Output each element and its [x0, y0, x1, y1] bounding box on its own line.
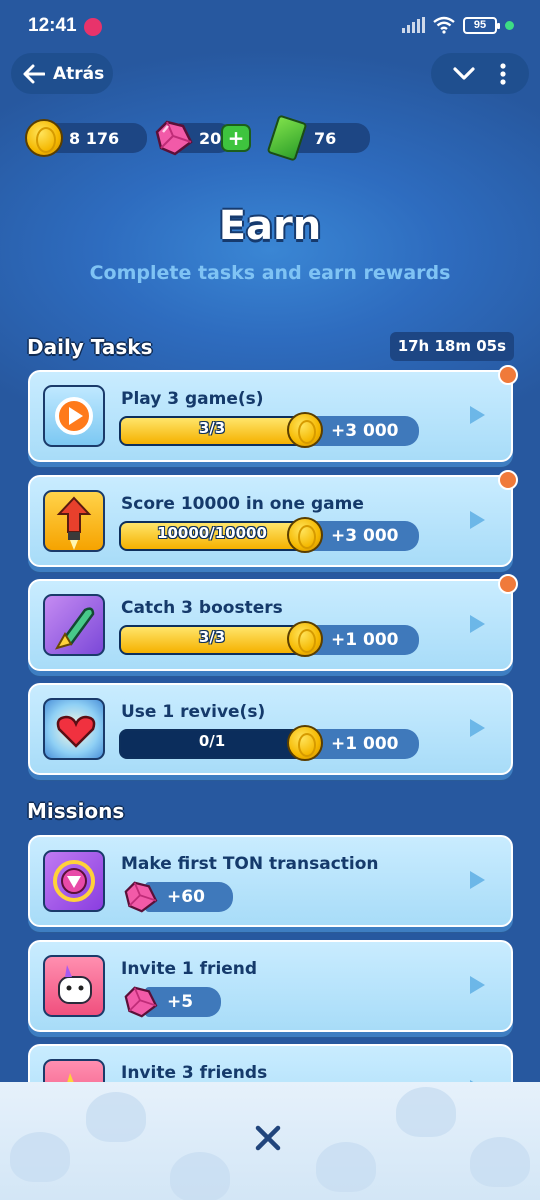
coin-icon: [25, 119, 63, 157]
task-card-revive[interactable]: Use 1 revive(s) 0/1 +1 000: [28, 683, 513, 775]
friends-icon: [43, 1059, 105, 1082]
ton-icon: [43, 850, 105, 912]
app-screen: 12:41 95 Atrás 8 176 20 + 76 Earn Comple…: [0, 0, 540, 1082]
play-arrow-icon: [470, 615, 485, 633]
decorative-mascot: [316, 1142, 376, 1192]
coin-icon: [287, 412, 323, 448]
heart-icon: [43, 698, 105, 760]
task-card-score[interactable]: Score 10000 in one game 10000/10000 +3 0…: [28, 470, 518, 567]
progress-text: 0/1: [198, 732, 226, 750]
mission-card-ton[interactable]: Make first TON transaction +60: [28, 835, 513, 927]
friend-icon: [43, 955, 105, 1017]
decorative-mascot: [396, 1087, 456, 1137]
progress-text: 3/3: [198, 628, 226, 646]
decorative-mascot: [86, 1092, 146, 1142]
status-bar: 12:41 95: [0, 0, 540, 52]
gem-icon: [124, 986, 158, 1018]
close-button[interactable]: [248, 1118, 288, 1158]
booster-icon: [43, 594, 105, 656]
notification-dot: [498, 365, 518, 385]
page-subtitle: Complete tasks and earn rewards: [89, 262, 451, 284]
task-progress: 3/3 +1 000: [119, 621, 419, 657]
play-arrow-icon: [470, 511, 485, 529]
coin-icon: [287, 517, 323, 553]
task-label: Catch 3 boosters: [121, 598, 283, 618]
task-label: Score 10000 in one game: [121, 494, 364, 514]
ticket-icon: [266, 114, 308, 162]
daily-tasks-title: Daily Tasks: [27, 335, 153, 359]
decorative-mascot: [170, 1152, 230, 1200]
decorative-mascot: [10, 1132, 70, 1182]
arrow-left-icon: [23, 64, 45, 83]
mission-card-invite-1[interactable]: Invite 1 friend +5: [28, 940, 513, 1032]
privacy-dot-icon: [505, 20, 514, 30]
close-icon: [255, 1125, 281, 1151]
task-card-play-games[interactable]: Play 3 game(s) 3/3 +3 000: [28, 365, 518, 462]
play-arrow-icon: [470, 719, 485, 737]
signal-icon: [402, 17, 425, 33]
add-gems-button[interactable]: +: [221, 124, 251, 152]
notification-dot: [498, 470, 518, 490]
task-label: Play 3 game(s): [121, 389, 264, 409]
gem-icon: [124, 881, 158, 913]
wifi-icon: [433, 16, 455, 34]
rocket-icon: [43, 490, 105, 552]
mission-label: Invite 3 friends: [121, 1063, 268, 1082]
play-arrow-icon: [470, 406, 485, 424]
daily-reset-timer: 17h 18m 05s: [389, 332, 514, 361]
play-arrow-icon: [470, 976, 485, 994]
ticket-balance: 76: [266, 114, 370, 162]
mission-reward: +5: [121, 986, 222, 1018]
play-icon: [43, 385, 105, 447]
more-vertical-icon[interactable]: [499, 62, 507, 85]
back-button[interactable]: Atrás: [11, 53, 113, 94]
progress-text: 3/3: [198, 419, 226, 437]
missions-title: Missions: [27, 799, 125, 823]
decorative-mascot: [470, 1137, 530, 1187]
progress-text: 10000/10000: [157, 524, 267, 542]
play-arrow-icon: [470, 871, 485, 889]
mission-card-invite-3[interactable]: Invite 3 friends: [28, 1044, 513, 1082]
task-card-boosters[interactable]: Catch 3 boosters 3/3 +1 000: [28, 574, 518, 671]
coin-icon: [287, 725, 323, 761]
notification-dot: [498, 574, 518, 594]
back-label: Atrás: [53, 63, 105, 84]
header-actions: [431, 53, 529, 94]
mission-label: Make first TON transaction: [121, 854, 379, 874]
task-progress: 3/3 +3 000: [119, 412, 419, 448]
task-progress: 10000/10000 +3 000: [119, 517, 419, 553]
page-title: Earn: [218, 203, 322, 249]
task-label: Use 1 revive(s): [121, 702, 266, 722]
chevron-down-icon[interactable]: [453, 66, 475, 81]
gem-icon: [155, 120, 193, 156]
status-time: 12:41: [28, 15, 77, 36]
mission-label: Invite 1 friend: [121, 959, 258, 979]
gem-balance: 20 +: [153, 118, 251, 158]
battery-indicator: 95: [463, 16, 500, 34]
coin-icon: [287, 621, 323, 657]
coin-balance: 8 176: [25, 118, 147, 158]
task-progress: 0/1 +1 000: [119, 725, 419, 761]
mission-reward: +60: [121, 881, 233, 913]
app-notification-icon: [84, 18, 102, 36]
